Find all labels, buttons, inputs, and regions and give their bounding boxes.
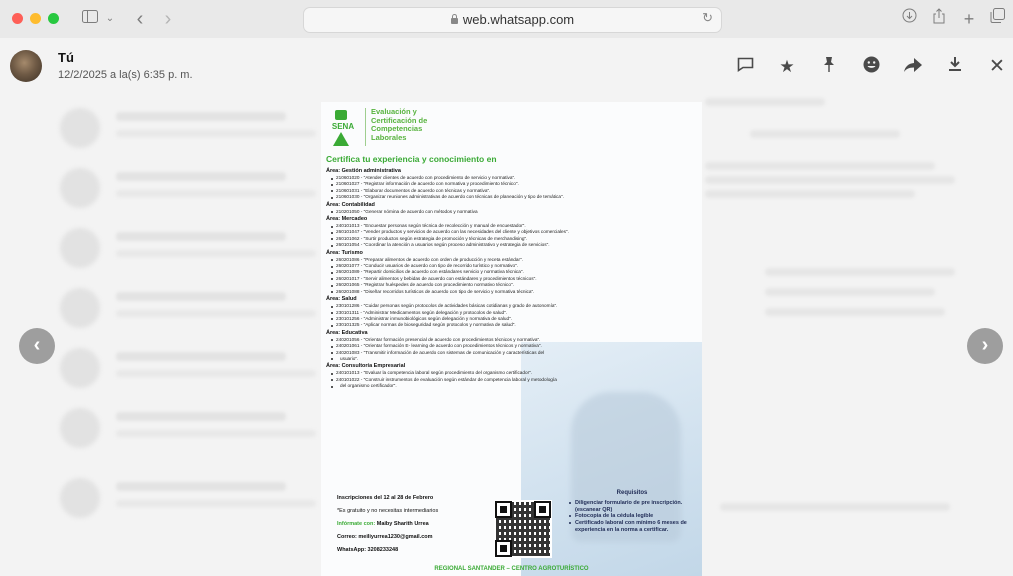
download-icon[interactable] bbox=[944, 56, 966, 78]
lock-icon bbox=[450, 14, 458, 24]
list-item-continuation: del organismo certificador". bbox=[326, 383, 702, 389]
area-title: Área: Mercadeo bbox=[326, 216, 368, 223]
browser-toolbar: ⌄ ‹ › web.whatsapp.com ↻ + bbox=[0, 0, 1013, 39]
area-title: Área: Contabilidad bbox=[326, 201, 375, 208]
inscriptions-dates: Inscripciones del 12 al 28 de Febrero bbox=[337, 495, 434, 501]
back-icon[interactable]: ‹ bbox=[131, 8, 149, 30]
requirements: Requisitos Diligenciar formulario de pre… bbox=[567, 490, 697, 534]
background-text bbox=[765, 268, 955, 276]
list-item: 230101325 - "Aplicar normas de bioseguri… bbox=[326, 322, 702, 328]
area-mercadeo: Área: Mercadeo 240101013 - "Encuestar pe… bbox=[326, 216, 702, 249]
forward-icon[interactable] bbox=[902, 56, 924, 78]
url-text: web.whatsapp.com bbox=[462, 12, 575, 27]
requirements-title: Requisitos bbox=[616, 490, 648, 496]
area-title: Área: Turismo bbox=[326, 249, 363, 256]
previous-media-button[interactable]: ‹ bbox=[19, 328, 55, 364]
background-text bbox=[705, 176, 955, 184]
background-text bbox=[750, 130, 900, 138]
requirement-item: Fotocopia de la cédula legible bbox=[567, 513, 697, 520]
area-contabilidad: Área: Contabilidad 210201050 - "Generar … bbox=[326, 202, 702, 215]
whatsapp-line: WhatsApp: 3208233248 bbox=[337, 547, 399, 553]
flyer-footer: REGIONAL SANTANDER – CENTRO AGROTURÍSTIC… bbox=[434, 566, 589, 572]
close-icon[interactable]: ✕ bbox=[986, 56, 1008, 78]
background-chat-row bbox=[60, 408, 320, 454]
background-chat-row bbox=[60, 228, 320, 274]
media-image: SENA Evaluación y Certificación de Compe… bbox=[321, 102, 702, 576]
free-note: *Es gratuito y no necesitas intermediari… bbox=[337, 508, 439, 514]
message-datetime: 12/2/2025 a la(s) 6:35 p. m. bbox=[58, 69, 193, 81]
background-text bbox=[705, 190, 915, 198]
minimize-window-button[interactable] bbox=[30, 13, 41, 24]
sender-name: Tú bbox=[58, 50, 74, 65]
avatar[interactable] bbox=[10, 50, 42, 82]
sena-logo: SENA bbox=[327, 110, 359, 150]
requirement-item: Diligenciar formulario de pre inscripció… bbox=[567, 500, 697, 514]
background-chat-row bbox=[60, 348, 320, 394]
reply-icon[interactable] bbox=[734, 56, 756, 78]
background-chat-row bbox=[60, 478, 320, 524]
requirement-item: Certificado laboral con mínimo 6 meses d… bbox=[567, 520, 697, 534]
contact-line: Infórmate con: Maiby Sharith Urrea bbox=[337, 520, 507, 528]
logo-divider bbox=[365, 108, 366, 146]
react-icon[interactable] bbox=[860, 56, 882, 78]
area-title: Área: Educativa bbox=[326, 329, 368, 336]
tabs-icon[interactable] bbox=[988, 8, 1006, 30]
list-item: 260201088 - "Diseñar recorridos turístic… bbox=[326, 289, 702, 295]
areas-list: Área: Gestión administrativa 210601020 -… bbox=[326, 168, 702, 391]
area-title: Área: Gestión administrativa bbox=[326, 168, 401, 174]
download-icon[interactable] bbox=[900, 8, 918, 30]
area-consultoria: Área: Consultoría Empresarial 240101013 … bbox=[326, 363, 702, 389]
area-salud: Área: Salud 230101286 - "Cuidar personas… bbox=[326, 296, 702, 329]
media-viewer: Tú 12/2/2025 a la(s) 6:35 p. m. ★ ✕ ‹ › … bbox=[0, 38, 1013, 576]
flyer-headline: Certifica tu experiencia y conocimiento … bbox=[326, 154, 497, 164]
chevron-right-icon: › bbox=[981, 334, 989, 356]
contact-name: Maiby Sharith Urrea bbox=[376, 521, 429, 527]
list-item: 210201050 - "Generar nómina de acuerdo c… bbox=[326, 209, 702, 215]
close-window-button[interactable] bbox=[12, 13, 23, 24]
background-text bbox=[705, 162, 935, 170]
next-media-button[interactable]: › bbox=[967, 328, 1003, 364]
area-educativa: Área: Educativa 240201056 - "Orientar fo… bbox=[326, 330, 702, 363]
email-line: Correo: meiliyurrea1230@gmail.com bbox=[337, 534, 433, 540]
area-gestion: Área: Gestión administrativa 210601020 -… bbox=[326, 168, 702, 201]
new-tab-icon[interactable]: + bbox=[960, 8, 978, 30]
forward-icon[interactable]: › bbox=[159, 8, 177, 30]
address-bar[interactable]: web.whatsapp.com ↻ bbox=[303, 7, 722, 33]
background-text bbox=[720, 503, 950, 511]
reload-icon[interactable]: ↻ bbox=[702, 10, 713, 26]
logo-title: Evaluación y Certificación de Competenci… bbox=[371, 107, 428, 142]
background-chat-row bbox=[60, 288, 320, 334]
share-icon[interactable] bbox=[930, 8, 948, 30]
list-item: 210601030 - "Organizar reuniones adminis… bbox=[326, 194, 702, 200]
background-text bbox=[765, 288, 935, 296]
star-icon[interactable]: ★ bbox=[776, 56, 798, 78]
list-item: 260101054 - "Coordinar la atención a usu… bbox=[326, 242, 702, 248]
background-text bbox=[705, 98, 825, 106]
background-chat-row bbox=[60, 108, 320, 154]
area-title: Área: Consultoría Empresarial bbox=[326, 363, 406, 370]
viewer-header: Tú 12/2/2025 a la(s) 6:35 p. m. ★ ✕ bbox=[0, 38, 1013, 94]
sidebar-icon[interactable] bbox=[80, 8, 100, 30]
maximize-window-button[interactable] bbox=[48, 13, 59, 24]
background-chat-row bbox=[60, 168, 320, 214]
area-turismo: Área: Turismo 260201086 - "Preparar alim… bbox=[326, 250, 702, 295]
area-title: Área: Salud bbox=[326, 296, 357, 303]
qr-code bbox=[494, 500, 552, 558]
contact-label: Infórmate con: bbox=[337, 521, 376, 527]
pin-icon[interactable] bbox=[818, 56, 840, 78]
list-item-continuation: usuario". bbox=[326, 356, 702, 362]
chevron-down-icon[interactable]: ⌄ bbox=[103, 8, 117, 30]
contact-info: Inscripciones del 12 al 28 de Febrero *E… bbox=[337, 494, 507, 559]
background-text bbox=[765, 308, 945, 316]
chevron-left-icon: ‹ bbox=[33, 334, 41, 356]
